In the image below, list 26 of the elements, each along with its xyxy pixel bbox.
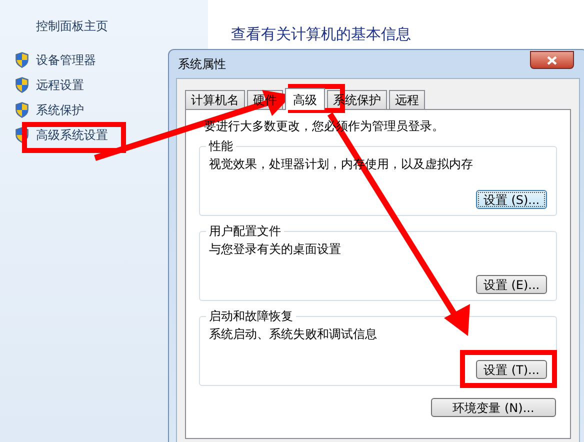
settings-button[interactable]: 设置 (S)... bbox=[476, 190, 547, 209]
group-title: 性能 bbox=[206, 138, 236, 154]
settings-button[interactable]: 设置 (T)... bbox=[476, 360, 547, 379]
group-description: 与您登录有关的桌面设置 bbox=[209, 241, 341, 258]
dialog-title: 系统属性 bbox=[177, 56, 226, 73]
shield-icon bbox=[15, 52, 29, 68]
group-title: 启动和故障恢复 bbox=[206, 308, 296, 324]
group-description: 系统启动、系统失败和调试信息 bbox=[209, 326, 377, 343]
sidebar-link[interactable]: 设备管理器 bbox=[36, 51, 96, 69]
close-icon bbox=[547, 56, 557, 64]
tab[interactable]: 计算机名 bbox=[185, 90, 245, 109]
sidebar-title[interactable]: 控制面板主页 bbox=[0, 17, 208, 37]
sidebar-link[interactable]: 远程设置 bbox=[36, 76, 84, 94]
highlight-frame bbox=[288, 84, 345, 113]
shield-icon bbox=[15, 127, 29, 143]
sidebar-link[interactable]: 系统保护 bbox=[36, 101, 84, 119]
environment-variables-button[interactable]: 环境变量 (N)... bbox=[431, 398, 556, 417]
group-title: 用户配置文件 bbox=[206, 223, 284, 239]
settings-button[interactable]: 设置 (E)... bbox=[476, 275, 547, 294]
tab[interactable]: 高级 bbox=[285, 88, 325, 110]
tab[interactable]: 远程 bbox=[389, 90, 425, 109]
close-button[interactable] bbox=[530, 51, 574, 69]
page-heading: 查看有关计算机的基本信息 bbox=[231, 24, 412, 45]
sidebar-link[interactable]: 高级系统设置 bbox=[36, 126, 108, 144]
shield-icon bbox=[15, 102, 29, 118]
shield-icon bbox=[15, 77, 29, 93]
